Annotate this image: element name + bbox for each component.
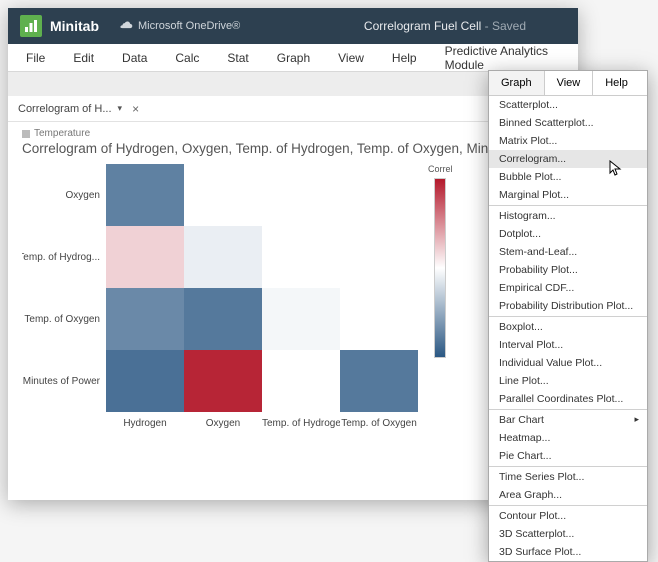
breadcrumb[interactable]: Temperature — [22, 128, 564, 139]
heatmap-cell — [340, 164, 418, 226]
menubar: File Edit Data Calc Stat Graph View Help… — [8, 44, 578, 72]
menu-separator — [489, 205, 647, 206]
menu-view[interactable]: View — [324, 51, 378, 65]
graph-menu-list: Scatterplot...Binned Scatterplot...Matri… — [489, 96, 647, 561]
menu-separator — [489, 409, 647, 410]
menu-item[interactable]: Individual Value Plot... — [489, 354, 647, 372]
x-label: Hydrogen — [106, 412, 184, 429]
menu-edit[interactable]: Edit — [59, 51, 108, 65]
heatmap-cell — [106, 350, 184, 412]
heatmap-cell — [106, 164, 184, 226]
menu-item[interactable]: Interval Plot... — [489, 336, 647, 354]
dropdown-menu-view[interactable]: View — [545, 71, 594, 95]
y-label: Temp. of Hydrog... — [22, 226, 100, 288]
menu-separator — [489, 466, 647, 467]
menu-item[interactable]: Boxplot... — [489, 318, 647, 336]
heatmap-cell — [184, 288, 262, 350]
heatmap-cell — [262, 288, 340, 350]
menu-stat[interactable]: Stat — [213, 51, 262, 65]
menu-item[interactable]: Binned Scatterplot... — [489, 114, 647, 132]
menu-calc[interactable]: Calc — [161, 51, 213, 65]
graph-dropdown-window: Graph View Help Scatterplot...Binned Sca… — [488, 70, 648, 562]
menu-item[interactable]: Time Series Plot... — [489, 468, 647, 486]
y-label: Oxygen — [22, 164, 100, 226]
heatmap-cell — [184, 164, 262, 226]
menu-item[interactable]: Parallel Coordinates Plot... — [489, 390, 647, 408]
heatmap-cell — [106, 226, 184, 288]
app-brand: Minitab — [50, 18, 99, 34]
menu-file[interactable]: File — [12, 51, 59, 65]
menu-item[interactable]: 3D Surface Plot... — [489, 543, 647, 561]
onedrive-location[interactable]: Microsoft OneDrive® — [119, 20, 240, 32]
menu-item[interactable]: Bar Chart▸ — [489, 411, 647, 429]
y-label: Minutes of Power — [22, 350, 100, 412]
heatmap-cell — [340, 288, 418, 350]
menu-item[interactable]: Line Plot... — [489, 372, 647, 390]
chart-title: Correlogram of Hydrogen, Oxygen, Temp. o… — [22, 141, 564, 156]
heatmap-cell — [262, 164, 340, 226]
menu-data[interactable]: Data — [108, 51, 161, 65]
menu-item[interactable]: Marginal Plot... — [489, 186, 647, 204]
menu-item[interactable]: Bubble Plot... — [489, 168, 647, 186]
heatmap-cell — [340, 226, 418, 288]
heatmap-grid — [106, 164, 418, 412]
x-label: Oxygen — [184, 412, 262, 429]
menu-item[interactable]: Correlogram... — [489, 150, 647, 168]
menu-item[interactable]: Heatmap... — [489, 429, 647, 447]
menu-item[interactable]: Probability Plot... — [489, 261, 647, 279]
menu-item[interactable]: 3D Scatterplot... — [489, 525, 647, 543]
menu-item[interactable]: Area Graph... — [489, 486, 647, 504]
data-source-icon — [22, 130, 30, 138]
dropdown-menu-graph[interactable]: Graph — [489, 71, 545, 95]
submenu-arrow-icon: ▸ — [634, 414, 639, 425]
heatmap-cell — [184, 350, 262, 412]
dropdown-menu-help[interactable]: Help — [593, 71, 640, 95]
y-label: Temp. of Oxygen — [22, 288, 100, 350]
heatmap-cell — [262, 226, 340, 288]
menu-item[interactable]: Histogram... — [489, 207, 647, 225]
titlebar: Minitab Microsoft OneDrive® Correlogram … — [8, 8, 578, 44]
menu-item[interactable]: Matrix Plot... — [489, 132, 647, 150]
menu-separator — [489, 316, 647, 317]
menu-item[interactable]: Scatterplot... — [489, 96, 647, 114]
chevron-down-icon[interactable]: ▾ — [118, 103, 123, 114]
color-scale-bar — [434, 178, 446, 358]
menu-predictive[interactable]: Predictive Analytics Module — [431, 44, 574, 72]
color-legend: Correl — [428, 164, 453, 412]
document-title[interactable]: Correlogram Fuel Cell - Saved — [364, 19, 526, 33]
x-label: Temp. of Hydrogen — [262, 412, 340, 429]
correlogram-chart: Oxygen Temp. of Hydrog... Temp. of Oxyge… — [22, 164, 564, 412]
menu-item[interactable]: Contour Plot... — [489, 507, 647, 525]
heatmap-cell — [262, 350, 340, 412]
tab-correlogram[interactable]: Correlogram of H... ▾ × — [18, 102, 139, 116]
heatmap-cell — [340, 350, 418, 412]
x-label: Temp. of Oxygen — [340, 412, 418, 429]
heatmap-cell — [184, 226, 262, 288]
menu-item[interactable]: Stem-and-Leaf... — [489, 243, 647, 261]
menu-separator — [489, 505, 647, 506]
menu-item[interactable]: Pie Chart... — [489, 447, 647, 465]
app-logo-icon — [20, 15, 42, 37]
heatmap-cell — [106, 288, 184, 350]
close-icon[interactable]: × — [132, 102, 139, 116]
menu-graph[interactable]: Graph — [263, 51, 324, 65]
menu-item[interactable]: Probability Distribution Plot... — [489, 297, 647, 315]
menu-item[interactable]: Empirical CDF... — [489, 279, 647, 297]
y-axis-labels: Oxygen Temp. of Hydrog... Temp. of Oxyge… — [22, 164, 106, 412]
menu-item[interactable]: Dotplot... — [489, 225, 647, 243]
menu-help[interactable]: Help — [378, 51, 431, 65]
dropdown-menubar: Graph View Help — [489, 71, 647, 96]
